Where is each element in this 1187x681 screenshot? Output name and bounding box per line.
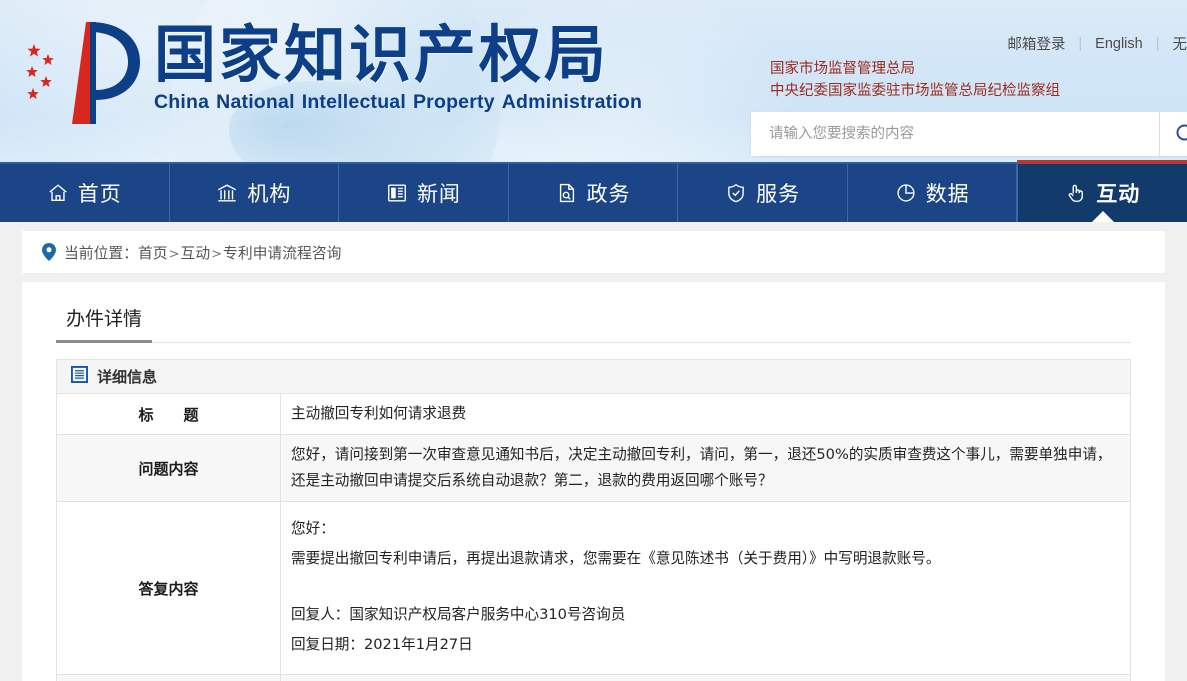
content-card: 办件详情 详细信息 标 题 主动撤回专利如何请求退费 问题内容 您好，请问接到第… xyxy=(22,282,1165,681)
breadcrumb-text: 当前位置：首页>互动>专利申请流程咨询 xyxy=(64,242,341,263)
logo-en-word-2: Intellectual xyxy=(301,91,406,114)
tab-bar: 办件详情 xyxy=(56,304,1131,343)
site-header: 国家知识产权局 China National Intellectual Propert… xyxy=(0,0,1187,162)
answer-line-blank xyxy=(291,574,1120,600)
site-logo[interactable]: 国家知识产权局 China National Intellectual Propert… xyxy=(24,16,649,128)
nav-label-news: 新闻 xyxy=(416,182,461,206)
breadcrumb-item-current: 专利申请流程咨询 xyxy=(223,244,342,262)
ministry-line-2: 中央纪委国家监委驻市场监管总局纪检监察组 xyxy=(770,83,1060,99)
search-input[interactable] xyxy=(751,112,1159,156)
logo-en-word-1: National xyxy=(216,91,295,114)
answer-line-date: 回复日期：2021年1月27日 xyxy=(291,636,473,653)
breadcrumb-item-home[interactable]: 首页 xyxy=(138,245,168,262)
row-value-answer: 您好： 需要提出撤回专利申请后，再提出退款请求，您需要在《意见陈述书（关于费用）… xyxy=(280,501,1131,675)
table-row-answer: 答复内容 您好： 需要提出撤回专利申请后，再提出退款请求，您需要在《意见陈述书（… xyxy=(56,501,1131,675)
top-utility-links: 邮箱登录 | English | 无 xyxy=(1007,33,1187,54)
breadcrumb-sep-1: > xyxy=(168,246,180,262)
breadcrumb-sep-2: > xyxy=(211,246,223,262)
table-row-title: 标 题 主动撤回专利如何请求退费 xyxy=(56,393,1131,435)
row-value-question: 您好，请问接到第一次审查意见通知书后，决定主动撤回专利，请问，第一，退还50%的… xyxy=(280,434,1131,502)
bank-icon xyxy=(216,182,238,204)
row-value-attachment xyxy=(280,674,1131,681)
panel-header: 详细信息 xyxy=(56,359,1131,393)
table-row-question: 问题内容 您好，请问接到第一次审查意见通知书后，决定主动撤回专利，请问，第一，退… xyxy=(56,434,1131,502)
answer-line-responder: 回复人：国家知识产权局客户服务中心310号咨询员 xyxy=(291,606,626,623)
nav-label-government-affairs: 政务 xyxy=(586,182,631,206)
list-panel-icon xyxy=(71,365,88,388)
nav-item-organization[interactable]: 机构 xyxy=(170,164,340,222)
nav-label-interaction: 互动 xyxy=(1096,182,1141,206)
panel-title: 详细信息 xyxy=(97,368,158,386)
nav-item-home[interactable]: 首页 xyxy=(0,164,170,222)
logo-en-word-0: China xyxy=(154,91,210,114)
logo-en-word-4: Administration xyxy=(501,91,643,114)
row-value-title: 主动撤回专利如何请求退费 xyxy=(280,393,1131,435)
english-link[interactable]: English xyxy=(1095,36,1143,52)
answer-line-body: 需要提出撤回专利申请后，再提出退款请求，您需要在《意见陈述书（关于费用）》中写明… xyxy=(291,550,941,567)
nav-item-service[interactable]: 服务 xyxy=(678,164,848,222)
document-search-icon xyxy=(556,182,578,204)
top-link-separator-1: | xyxy=(1078,35,1083,52)
nav-label-data: 数据 xyxy=(925,182,970,206)
ministry-titles: 国家市场监督管理总局 中央纪委国家监委驻市场监管总局纪检监察组 xyxy=(770,58,1060,102)
nav-label-organization: 机构 xyxy=(247,182,292,206)
nav-item-government-affairs[interactable]: 政务 xyxy=(509,164,679,222)
detail-table: 标 题 主动撤回专利如何请求退费 问题内容 您好，请问接到第一次审查意见通知书后… xyxy=(56,393,1131,681)
logo-en-name: China National Intellectual Property Adminis… xyxy=(154,91,649,114)
home-icon xyxy=(47,182,69,204)
nav-item-data[interactable]: 数据 xyxy=(848,164,1018,222)
main-nav: 首页 机构 新闻 政务 服务 数据 互动 xyxy=(0,160,1187,222)
row-label-question: 问题内容 xyxy=(56,434,281,502)
nav-label-home: 首页 xyxy=(77,182,122,206)
row-label-title: 标 题 xyxy=(56,393,281,435)
pie-chart-icon xyxy=(895,182,917,204)
email-login-link[interactable]: 邮箱登录 xyxy=(1007,33,1065,54)
newspaper-icon xyxy=(386,182,408,204)
nav-label-service: 服务 xyxy=(756,182,801,206)
breadcrumb-item-interaction[interactable]: 互动 xyxy=(181,245,211,262)
cnipa-logo-icon xyxy=(24,16,144,128)
top-link-separator-2: | xyxy=(1155,35,1160,52)
row-label-attachment: 附 件 xyxy=(56,674,281,681)
ministry-line-1: 国家市场监督管理总局 xyxy=(770,61,915,77)
search-button[interactable] xyxy=(1159,112,1187,156)
nav-item-news[interactable]: 新闻 xyxy=(339,164,509,222)
logo-p-icon xyxy=(72,22,140,124)
search-box xyxy=(751,112,1187,156)
breadcrumb-prefix: 当前位置： xyxy=(64,244,138,262)
page-root: 国家知识产权局 China National Intellectual Propert… xyxy=(0,0,1187,681)
accessibility-link[interactable]: 无 xyxy=(1173,33,1187,54)
answer-line-greeting: 您好： xyxy=(291,520,335,537)
breadcrumb: 当前位置：首页>互动>专利申请流程咨询 xyxy=(22,231,1165,273)
nav-item-interaction[interactable]: 互动 xyxy=(1017,160,1187,222)
logo-cn-name: 国家知识产权局 xyxy=(154,18,610,91)
row-label-answer: 答复内容 xyxy=(56,501,281,675)
hand-pointer-icon xyxy=(1065,182,1087,204)
search-icon xyxy=(1176,124,1187,141)
tab-case-detail[interactable]: 办件详情 xyxy=(56,304,153,343)
table-row-attachment: 附 件 xyxy=(56,674,1131,681)
logo-en-word-3: Property xyxy=(412,91,495,114)
location-pin-icon xyxy=(42,243,56,261)
shield-check-icon xyxy=(725,182,747,204)
